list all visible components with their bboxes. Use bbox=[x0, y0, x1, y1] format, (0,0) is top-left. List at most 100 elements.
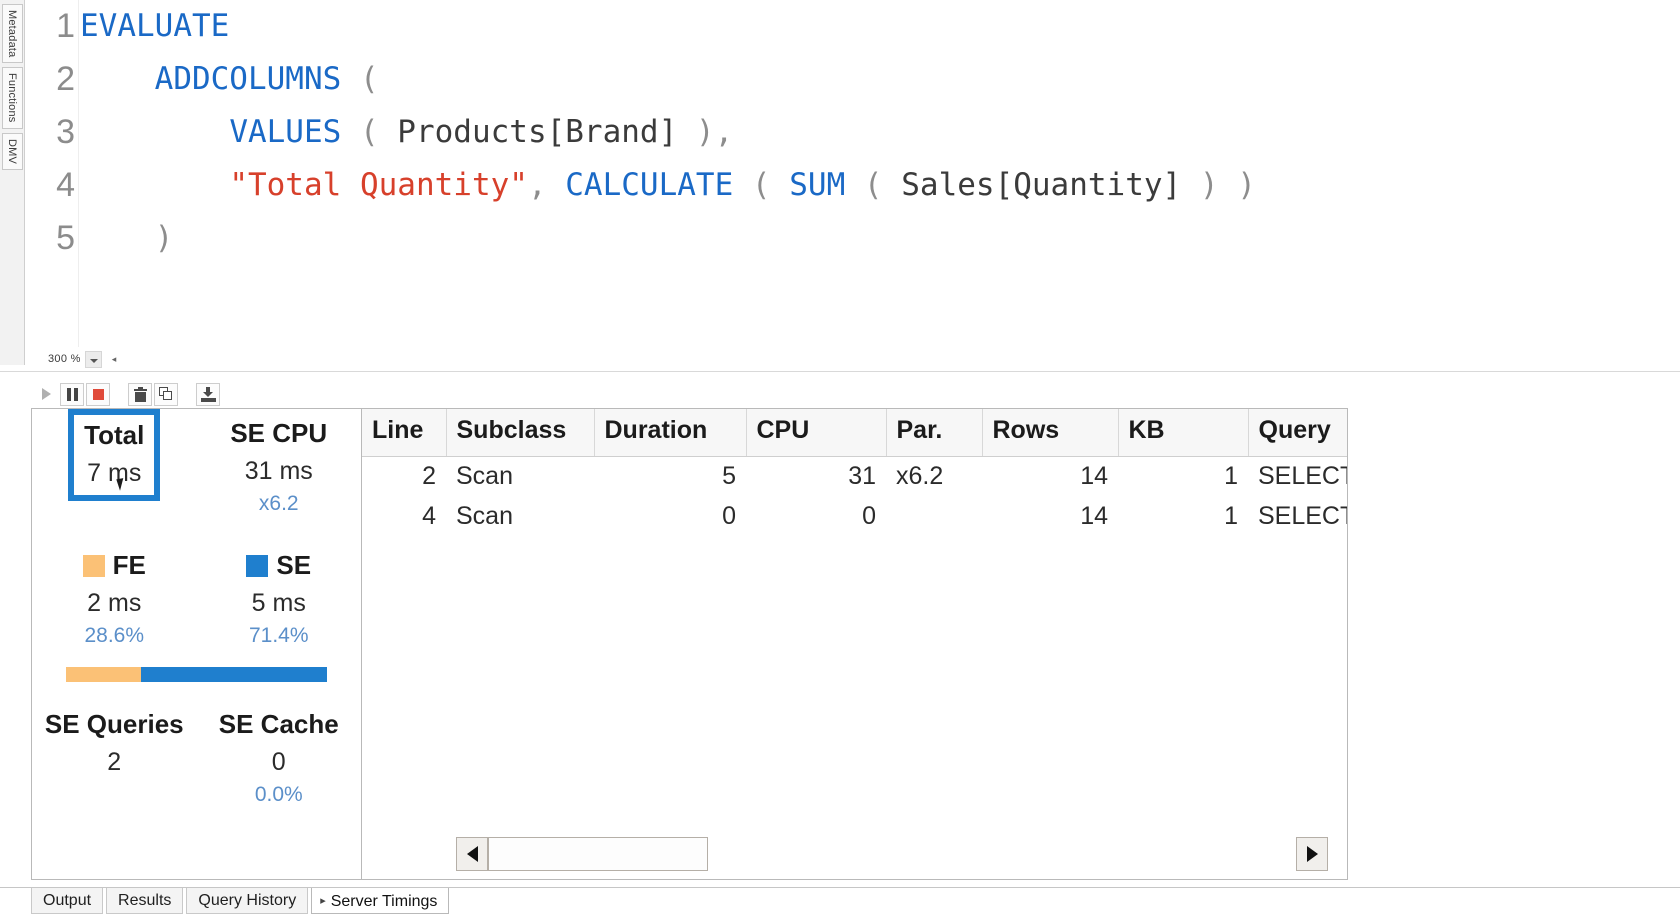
bottom-tab-output[interactable]: Output bbox=[31, 888, 104, 914]
column-header-subclass[interactable]: Subclass bbox=[446, 409, 595, 457]
cell-line: 2 bbox=[422, 461, 436, 490]
query-editor[interactable]: 1 2 3 4 5 EVALUATE ADDCOLUMNS ( VALUES ( Pro… bbox=[26, 0, 1680, 347]
se-ratio-segment bbox=[140, 667, 327, 682]
sidebar-tab-functions[interactable]: Functions bbox=[2, 67, 23, 129]
code-token: ( bbox=[733, 167, 790, 203]
pause-trace-button[interactable] bbox=[60, 382, 84, 406]
metric-se-value: 5 ms bbox=[251, 589, 306, 617]
clear-trace-button[interactable] bbox=[128, 382, 152, 406]
cell-subclass: Scan bbox=[456, 501, 513, 530]
metric-se-label-wrap: SE bbox=[197, 545, 362, 585]
table-row[interactable]: 2 Scan 5 31 x6.2 14 1 SELECT bbox=[362, 456, 1347, 496]
scrollbar-thumb[interactable] bbox=[488, 837, 708, 871]
code-token: ( bbox=[341, 114, 398, 150]
code-token: "Total Quantity" bbox=[229, 167, 528, 203]
metric-se-cache[interactable]: SE Cache 0 0.0% bbox=[197, 704, 362, 810]
cell-duration: 5 bbox=[722, 461, 736, 490]
sidebar-tab-metadata[interactable]: Metadata bbox=[2, 4, 23, 64]
server-timings-panel: Total 7 ms SE CPU 31 ms x6.2 FE 2 ms 28.… bbox=[31, 408, 1348, 880]
timings-metrics-column: Total 7 ms SE CPU 31 ms x6.2 FE 2 ms 28.… bbox=[32, 409, 362, 879]
fe-se-ratio-bar bbox=[66, 667, 327, 682]
play-icon bbox=[41, 388, 51, 400]
left-tab-strip: Metadata Functions DMV bbox=[0, 0, 25, 365]
scroll-right-button[interactable] bbox=[1296, 837, 1328, 871]
stop-icon bbox=[92, 388, 104, 400]
pin-triangle-icon[interactable]: ▸ bbox=[320, 895, 326, 907]
code-line[interactable]: VALUES ( Products[Brand] ), bbox=[80, 106, 1680, 159]
code-token: SUM bbox=[789, 167, 846, 203]
metric-se-queries-value: 2 bbox=[107, 748, 122, 776]
code-token: ADDCOLUMNS bbox=[154, 61, 342, 97]
column-header-query[interactable]: Query bbox=[1248, 409, 1347, 457]
export-trace-button[interactable] bbox=[196, 382, 220, 406]
copy-icon bbox=[159, 387, 173, 401]
metric-se-cpu-sub: x6.2 bbox=[258, 492, 299, 515]
metric-total[interactable]: Total 7 ms bbox=[32, 409, 197, 531]
metric-se-queries-label: SE Queries bbox=[44, 709, 184, 739]
metric-fe[interactable]: FE 2 ms 28.6% bbox=[32, 545, 197, 651]
line-number: 4 bbox=[56, 166, 75, 204]
cell-rows: 14 bbox=[1080, 461, 1108, 490]
code-line[interactable]: ) bbox=[80, 212, 1680, 265]
metrics-row-queries: SE Queries 2 SE Cache 0 0.0% bbox=[32, 704, 361, 810]
metric-total-highlight[interactable]: Total 7 ms bbox=[68, 409, 161, 501]
editor-status-bar: 300 % ◂ bbox=[26, 347, 1680, 371]
column-header-par[interactable]: Par. bbox=[886, 409, 983, 457]
editor-zoom-level: 300 % bbox=[48, 353, 81, 365]
grid-horizontal-scrollbar[interactable] bbox=[456, 837, 1328, 871]
server-timings-grid[interactable]: Line Subclass Duration CPU Par. Rows KB … bbox=[362, 409, 1347, 879]
code-line[interactable]: ADDCOLUMNS ( bbox=[80, 53, 1680, 106]
metric-total-value: 7 ms bbox=[87, 459, 142, 487]
cell-line: 4 bbox=[422, 501, 436, 530]
cell-cpu: 0 bbox=[862, 501, 876, 530]
metric-fe-label: FE bbox=[112, 550, 146, 580]
pause-icon bbox=[66, 387, 78, 401]
se-color-swatch-icon bbox=[246, 555, 269, 577]
metric-se-sub: 71.4% bbox=[248, 624, 309, 647]
scroll-left-icon[interactable]: ◂ bbox=[112, 354, 117, 365]
bottom-tab-label: Results bbox=[118, 892, 172, 909]
column-header-cpu[interactable]: CPU bbox=[746, 409, 887, 457]
code-token: ) bbox=[80, 220, 174, 256]
code-token: Sales[Quantity] bbox=[901, 167, 1182, 203]
metric-se-queries[interactable]: SE Queries 2 bbox=[32, 704, 197, 810]
line-number: 3 bbox=[56, 113, 75, 151]
dax-studio-window: Metadata Functions DMV 1 2 3 4 5 EVALUATE AD… bbox=[0, 0, 1680, 921]
cell-kb: 1 bbox=[1224, 461, 1238, 490]
arrow-left-icon bbox=[466, 846, 478, 862]
column-header-kb[interactable]: KB bbox=[1118, 409, 1249, 457]
column-header-duration[interactable]: Duration bbox=[594, 409, 747, 457]
cell-rows: 14 bbox=[1080, 501, 1108, 530]
column-header-line[interactable]: Line bbox=[362, 409, 447, 457]
metric-fe-label-wrap: FE bbox=[32, 545, 197, 585]
run-trace-button[interactable] bbox=[34, 383, 58, 406]
copy-trace-button[interactable] bbox=[154, 382, 178, 406]
table-row[interactable]: 4 Scan 0 0 14 1 SELECT bbox=[362, 496, 1347, 536]
cell-subclass: Scan bbox=[456, 461, 513, 490]
stop-trace-button[interactable] bbox=[86, 382, 110, 406]
sidebar-tab-dmv-label: DMV bbox=[6, 138, 18, 165]
code-token: EVALUATE bbox=[80, 8, 230, 44]
column-header-rows[interactable]: Rows bbox=[982, 409, 1119, 457]
pane-splitter[interactable] bbox=[0, 371, 1680, 378]
sidebar-tab-metadata-label: Metadata bbox=[6, 10, 18, 58]
code-line[interactable]: EVALUATE bbox=[80, 0, 1680, 53]
line-number: 1 bbox=[56, 7, 75, 45]
chevron-down-icon[interactable] bbox=[84, 350, 102, 368]
line-number: 2 bbox=[56, 60, 75, 98]
bottom-tab-query-history[interactable]: Query History bbox=[186, 888, 309, 914]
editor-code-area[interactable]: EVALUATE ADDCOLUMNS ( VALUES ( Products[… bbox=[80, 0, 1680, 347]
metric-se-cpu[interactable]: SE CPU 31 ms x6.2 bbox=[197, 413, 362, 531]
scroll-left-button[interactable] bbox=[456, 837, 488, 871]
code-token: Products[Brand] bbox=[397, 114, 678, 150]
metric-se-cache-sub: 0.0% bbox=[254, 783, 303, 806]
sidebar-tab-dmv[interactable]: DMV bbox=[2, 132, 23, 171]
bottom-tab-server-timings[interactable]: ▸ Server Timings bbox=[311, 888, 450, 914]
bottom-tab-results[interactable]: Results bbox=[106, 888, 184, 914]
scrollbar-track[interactable] bbox=[488, 837, 1296, 871]
sidebar-tab-functions-label: Functions bbox=[6, 73, 18, 123]
code-line[interactable]: "Total Quantity", CALCULATE ( SUM ( Sale… bbox=[80, 159, 1680, 212]
cell-par bbox=[886, 496, 982, 536]
metric-se[interactable]: SE 5 ms 71.4% bbox=[197, 545, 362, 651]
